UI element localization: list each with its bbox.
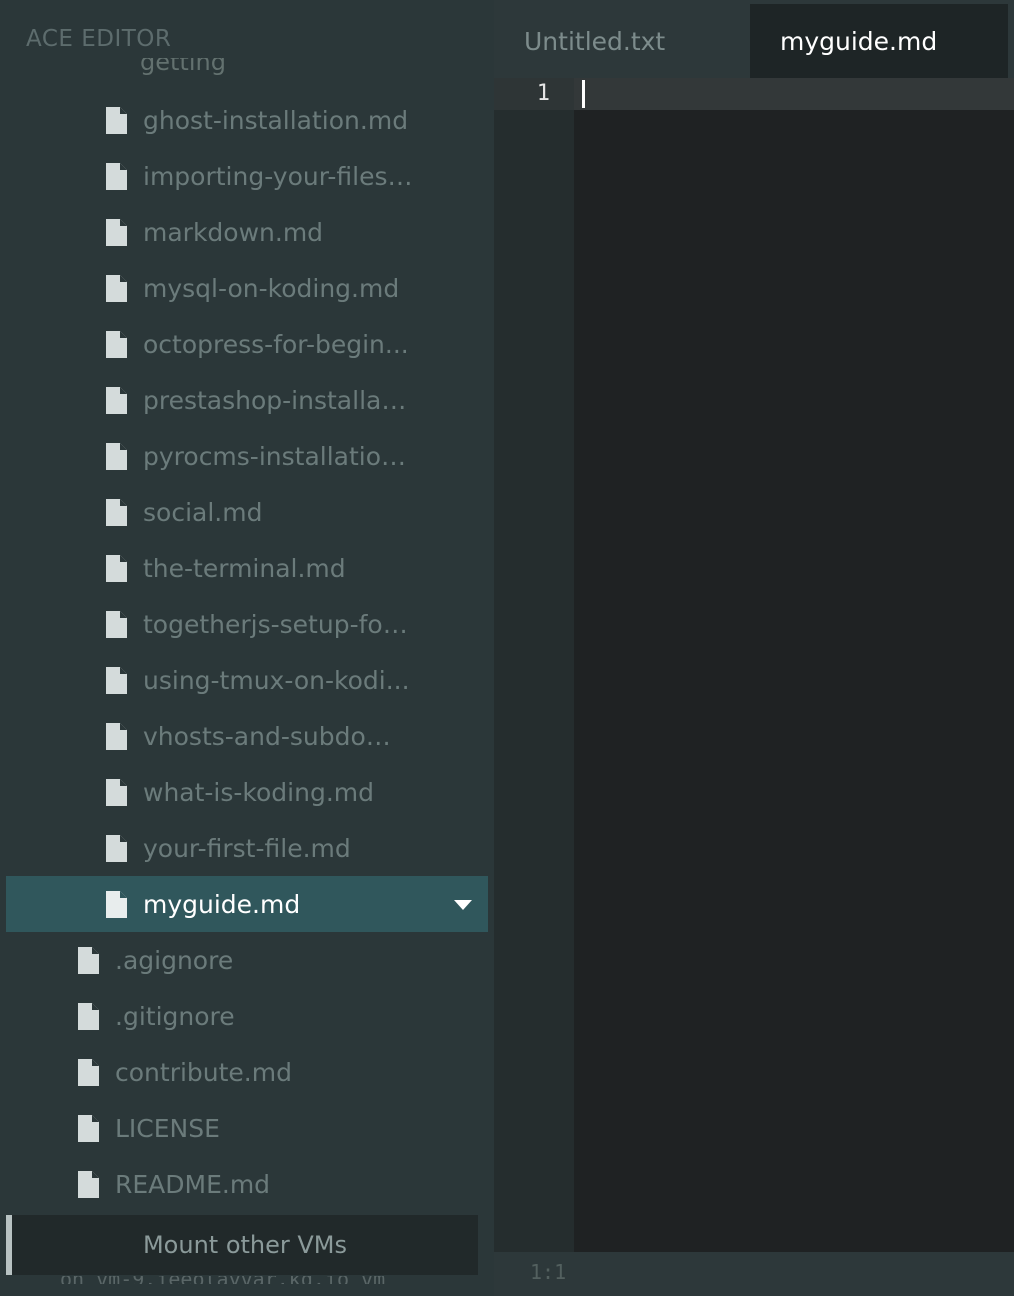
file-icon xyxy=(106,386,127,414)
file-icon xyxy=(106,666,127,694)
line-number: 1 xyxy=(536,81,550,106)
file-tree-item[interactable]: contribute.md xyxy=(6,1044,488,1100)
cursor-position: 1:1 xyxy=(530,1260,567,1284)
file-icon xyxy=(78,1114,99,1142)
file-tree-item-label: what-is-koding.md xyxy=(143,777,375,807)
file-icon xyxy=(78,1002,99,1030)
file-icon xyxy=(106,890,127,918)
file-icon xyxy=(106,554,127,582)
sidebar-title: ACE EDITOR xyxy=(26,26,172,52)
file-icon xyxy=(78,946,99,974)
file-tree-item-label: vhosts-and-subdom... xyxy=(143,721,413,751)
text-cursor xyxy=(582,80,585,108)
tab-myguide-md[interactable]: myguide.md xyxy=(750,4,1008,78)
file-icon xyxy=(106,330,127,358)
editor-pane: Untitled.txt myguide.md 1 1:1 xyxy=(494,0,1014,1296)
file-tree-item[interactable]: togetherjs-setup-for... xyxy=(6,596,488,652)
line-number-gutter xyxy=(494,78,574,1252)
status-bar: 1:1 xyxy=(494,1252,1014,1296)
file-icon xyxy=(106,442,127,470)
file-tree-item-label: contribute.md xyxy=(115,1057,292,1087)
vm-footer-text: on vm-9.ieeolayvar.kd.io vm xyxy=(60,1276,385,1284)
file-tree-item-label: mysql-on-koding.md xyxy=(143,273,400,303)
file-tree-item-label: LICENSE xyxy=(115,1113,220,1143)
file-tree-item[interactable]: ghost-installation.md xyxy=(6,92,488,148)
file-tree-item[interactable]: mysql-on-koding.md xyxy=(6,260,488,316)
file-tree-item[interactable]: octopress-for-begin... xyxy=(6,316,488,372)
file-tree-item[interactable]: pyrocms-installation... xyxy=(6,428,488,484)
file-tree-item-label: ghost-installation.md xyxy=(143,105,409,135)
file-tree-item[interactable]: using-tmux-on-kodi... xyxy=(6,652,488,708)
tab-bar: Untitled.txt myguide.md xyxy=(494,0,1014,78)
file-tree-item[interactable]: what-is-koding.md xyxy=(6,764,488,820)
file-tree-item[interactable]: importing-your-files.... xyxy=(6,148,488,204)
file-tree-item-label: importing-your-files.... xyxy=(143,161,413,191)
partial-tree-item[interactable]: getting xyxy=(140,58,226,78)
file-tree-item[interactable]: LICENSE xyxy=(6,1100,488,1156)
file-tree-item-label: the-terminal.md xyxy=(143,553,346,583)
file-icon xyxy=(106,218,127,246)
file-tree-item-label: .agignore xyxy=(115,945,234,975)
code-editor[interactable] xyxy=(574,78,1014,1252)
file-icon xyxy=(106,106,127,134)
file-tree-item[interactable]: .agignore xyxy=(6,932,488,988)
mount-other-vms-button[interactable]: Mount other VMs xyxy=(6,1215,478,1275)
file-tree-item-label: .gitignore xyxy=(115,1001,235,1031)
file-tree-item[interactable]: the-terminal.md xyxy=(6,540,488,596)
file-icon xyxy=(106,722,127,750)
file-icon xyxy=(106,162,127,190)
file-tree-item-label: octopress-for-begin... xyxy=(143,329,409,359)
file-icon xyxy=(106,274,127,302)
file-tree-item-label: togetherjs-setup-for... xyxy=(143,609,413,639)
file-tree-item[interactable]: README.md xyxy=(6,1156,488,1212)
file-tree-item-selected[interactable]: myguide.md xyxy=(6,876,488,932)
file-tree-item-label: your-first-file.md xyxy=(143,833,351,863)
file-tree-item[interactable]: social.md xyxy=(6,484,488,540)
file-icon xyxy=(78,1170,99,1198)
file-tree-item-label: myguide.md xyxy=(143,889,301,919)
caret-down-icon[interactable] xyxy=(454,900,472,910)
file-icon xyxy=(78,1058,99,1086)
file-tree-sidebar: ACE EDITOR getting ghost-installation.md… xyxy=(0,0,494,1296)
file-tree-item-label: README.md xyxy=(115,1169,271,1199)
file-tree-item[interactable]: your-first-file.md xyxy=(6,820,488,876)
file-icon xyxy=(106,610,127,638)
file-tree-item[interactable]: prestashop-installati... xyxy=(6,372,488,428)
file-tree-item-label: prestashop-installati... xyxy=(143,385,413,415)
file-tree-item[interactable]: .gitignore xyxy=(6,988,488,1044)
tab-untitled-txt[interactable]: Untitled.txt xyxy=(494,4,750,78)
file-icon xyxy=(106,778,127,806)
file-tree-item-label: markdown.md xyxy=(143,217,324,247)
file-tree-item[interactable]: markdown.md xyxy=(6,204,488,260)
file-icon xyxy=(106,498,127,526)
file-tree-item-label: social.md xyxy=(143,497,263,527)
file-icon xyxy=(106,834,127,862)
file-tree-item-label: pyrocms-installation... xyxy=(143,441,413,471)
file-tree-item-label: using-tmux-on-kodi... xyxy=(143,665,410,695)
file-tree-item[interactable]: vhosts-and-subdom... xyxy=(6,708,488,764)
